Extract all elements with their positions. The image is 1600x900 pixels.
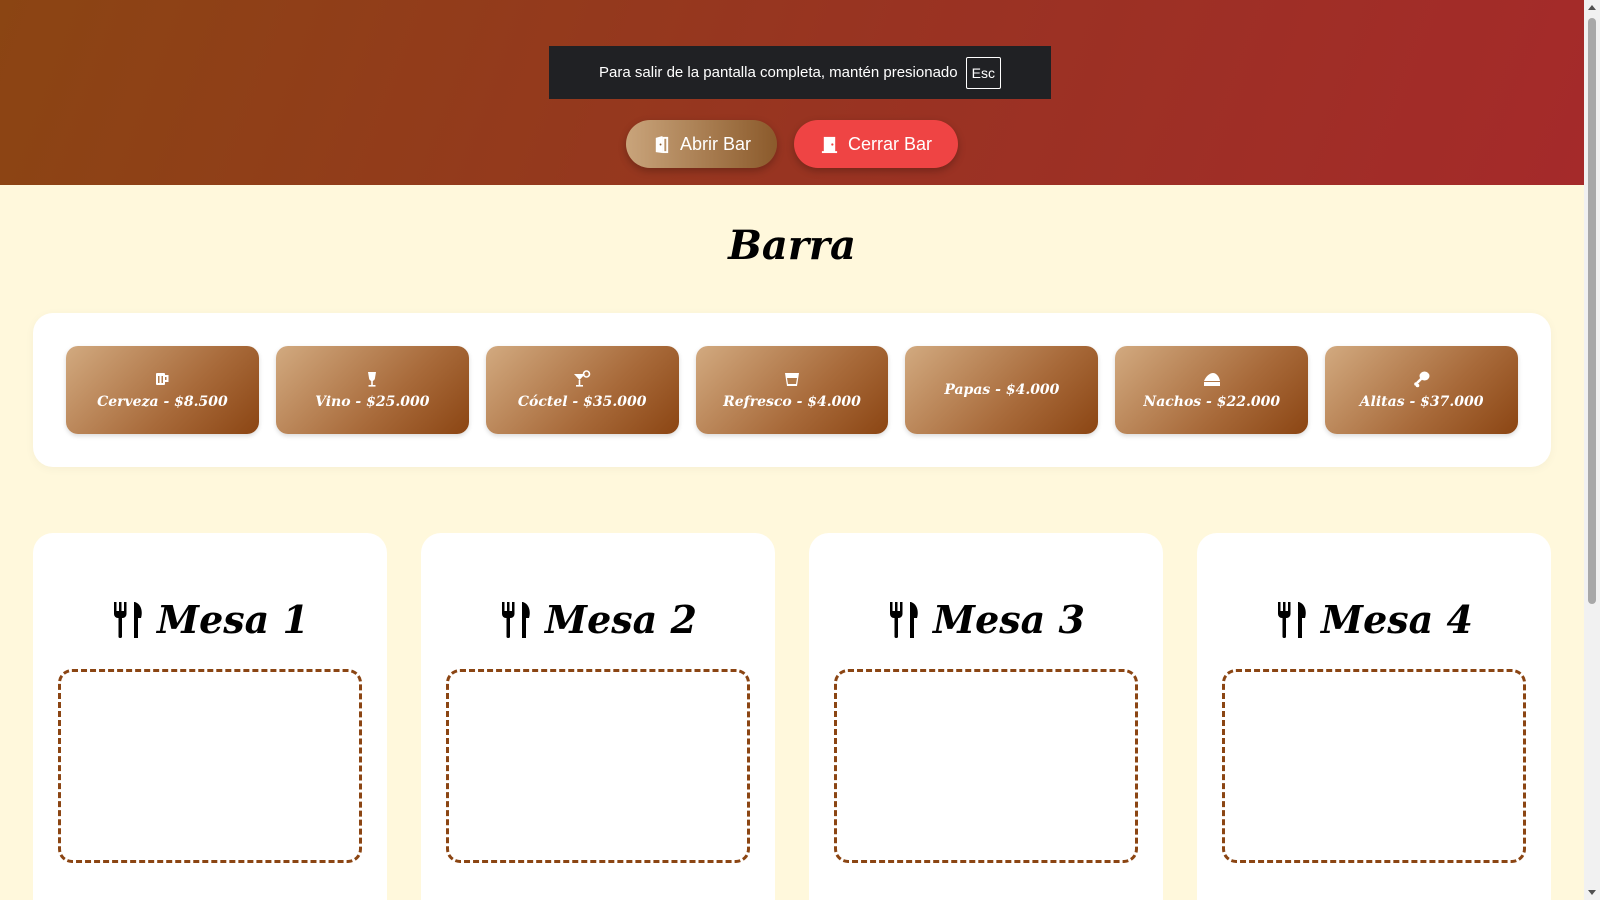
menu-item-papas[interactable]: Papas - $4.000 [905, 346, 1099, 434]
table-order-dropzone[interactable] [834, 669, 1138, 863]
bar-menu: Cerveza - $8.500 Vino - $25.000 Cóctel -… [33, 313, 1551, 467]
table-title-text: Mesa 1 [157, 597, 309, 642]
menu-item-label: Nachos - $22.000 [1143, 394, 1281, 410]
open-bar-button[interactable]: Abrir Bar [626, 120, 777, 168]
menu-item-label: Cóctel - $35.000 [517, 394, 647, 410]
table-title: Mesa 4 [1197, 597, 1551, 642]
menu-item-alitas[interactable]: Alitas - $37.000 [1325, 346, 1519, 434]
wine-glass-icon [368, 372, 377, 387]
menu-item-label: Vino - $25.000 [315, 394, 430, 410]
table-title-text: Mesa 2 [545, 597, 697, 642]
utensils-icon [502, 601, 530, 638]
scrollbar-thumb[interactable] [1588, 18, 1596, 604]
esc-key-hint: Esc [965, 56, 1001, 89]
menu-item-refresco[interactable]: Refresco - $4.000 [695, 346, 889, 434]
door-closed-icon [821, 136, 838, 153]
header-buttons: Abrir Bar Cerrar Bar [0, 120, 1584, 168]
scroll-up-arrow[interactable] [1588, 5, 1596, 10]
cocktail-icon [574, 370, 591, 387]
open-bar-label: Abrir Bar [679, 133, 751, 154]
table-title-text: Mesa 4 [1321, 597, 1473, 642]
menu-item-label: Refresco - $4.000 [723, 394, 861, 410]
utensils-icon [890, 601, 918, 638]
table-order-dropzone[interactable] [1222, 669, 1526, 863]
utensils-icon [1278, 601, 1306, 638]
table-title: Mesa 1 [33, 597, 387, 642]
menu-item-nachos[interactable]: Nachos - $22.000 [1115, 346, 1309, 434]
bar-title: Barra [728, 222, 856, 269]
close-bar-label: Cerrar Bar [847, 133, 932, 154]
menu-item-label: Cerveza - $8.500 [97, 394, 228, 410]
close-bar-button[interactable]: Cerrar Bar [794, 120, 958, 168]
table-card-1: Mesa 1 [33, 533, 387, 900]
table-order-dropzone[interactable] [446, 669, 750, 863]
page-scrollbar[interactable] [1584, 0, 1600, 900]
table-title: Mesa 2 [421, 597, 775, 642]
scroll-down-arrow[interactable] [1588, 890, 1596, 895]
nachos-icon [1203, 373, 1220, 386]
table-card-4: Mesa 4 [1197, 533, 1551, 900]
beer-mug-icon [156, 373, 169, 385]
tables-grid: Mesa 1 Mesa 2 Mesa 3 Mesa 4 [33, 533, 1551, 900]
menu-item-vino[interactable]: Vino - $25.000 [275, 346, 469, 434]
header: Para salir de la pantalla completa, mant… [0, 0, 1584, 185]
table-title-text: Mesa 3 [933, 597, 1085, 642]
table-card-3: Mesa 3 [809, 533, 1163, 900]
door-open-icon [653, 135, 669, 153]
menu-item-cerveza[interactable]: Cerveza - $8.500 [66, 346, 259, 434]
soda-glass-icon [785, 373, 799, 386]
utensils-icon [114, 601, 142, 638]
table-title: Mesa 3 [809, 597, 1163, 642]
fullscreen-notice-text: Para salir de la pantalla completa, mant… [599, 64, 958, 81]
drumstick-icon [1413, 371, 1430, 388]
table-order-dropzone[interactable] [58, 669, 362, 863]
menu-item-label: Papas - $4.000 [944, 382, 1060, 398]
menu-item-label: Alitas - $37.000 [1359, 394, 1484, 410]
menu-item-coctel[interactable]: Cóctel - $35.000 [485, 346, 679, 434]
fullscreen-notice: Para salir de la pantalla completa, mant… [549, 46, 1051, 99]
table-card-2: Mesa 2 [421, 533, 775, 900]
